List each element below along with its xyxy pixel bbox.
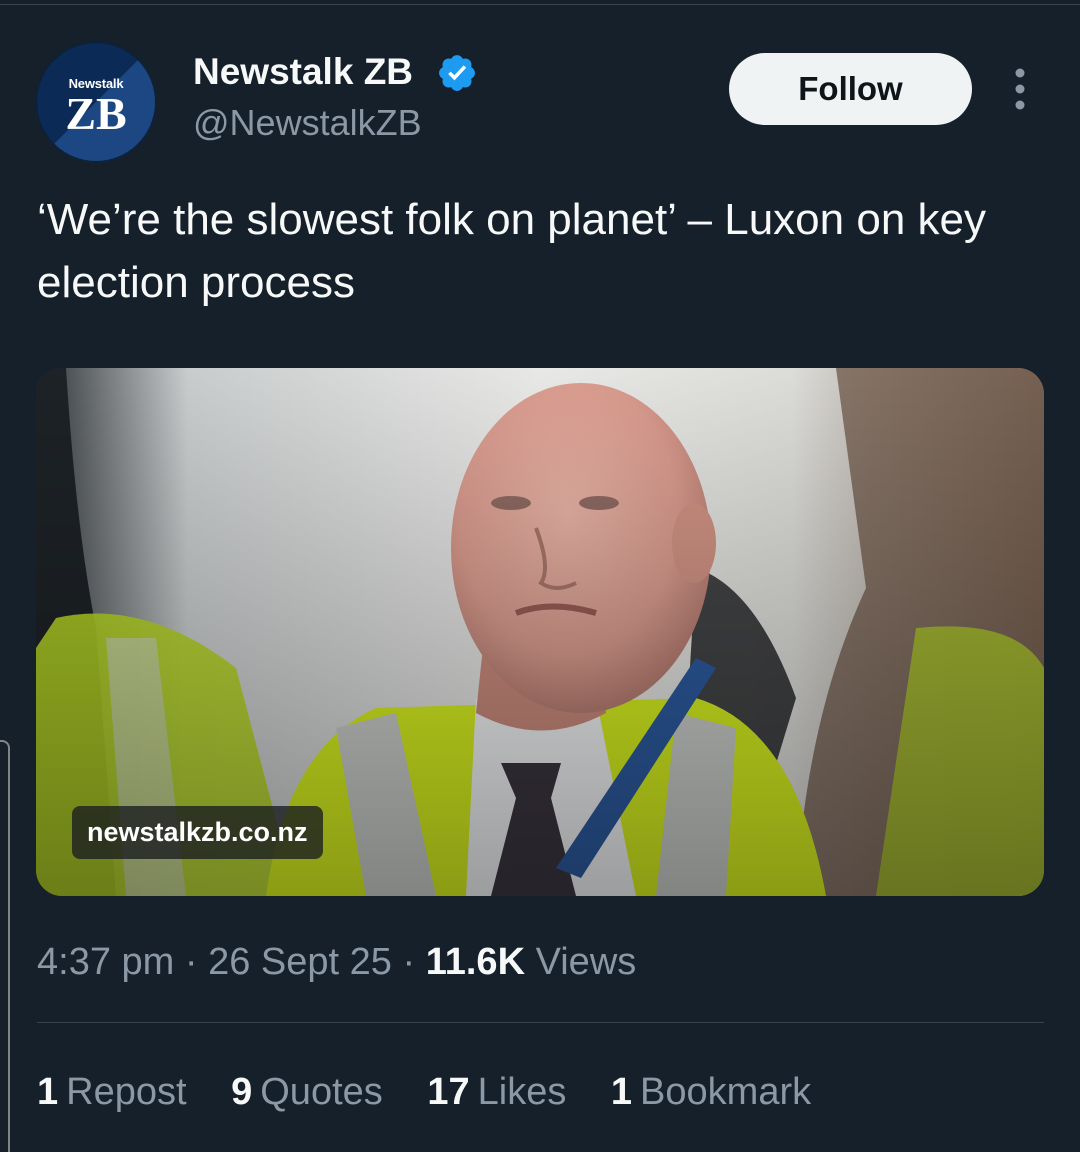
likes-count: 17	[427, 1071, 470, 1113]
meta-separator: ·	[402, 941, 416, 983]
display-name[interactable]: Newstalk ZB	[193, 50, 413, 94]
post-detail-view: Newstalk ZB Newstalk ZB @NewstalkZB Foll…	[0, 0, 1080, 1152]
post-text: ‘We’re the slowest folk on planet’ – Lux…	[37, 195, 986, 307]
bookmark-label: Bookmark	[640, 1071, 812, 1113]
bookmark-count: 1	[610, 1071, 633, 1113]
meta-separator: ·	[184, 941, 198, 983]
card-domain-badge: newstalkzb.co.nz	[72, 806, 323, 859]
avatar[interactable]: Newstalk ZB	[36, 42, 156, 162]
window-edge-indicator	[0, 740, 10, 1152]
verified-badge-icon[interactable]	[436, 52, 478, 94]
post-date[interactable]: 26 Sept 25	[208, 941, 392, 983]
views-count: 11.6K	[425, 941, 526, 983]
engagement-stats: 1 Repost 9 Quotes 17 Likes 1 Bookmark	[37, 1066, 845, 1118]
views-label: Views	[535, 941, 637, 983]
more-vertical-icon[interactable]	[1000, 66, 1040, 112]
follow-button[interactable]: Follow	[729, 53, 972, 125]
stats-divider	[37, 1022, 1044, 1023]
top-divider	[0, 4, 1080, 5]
repost-count: 1	[37, 1071, 59, 1113]
likes-stat[interactable]: 17 Likes	[427, 1066, 566, 1118]
account-handle[interactable]: @NewstalkZB	[193, 101, 422, 145]
repost-label: Repost	[66, 1071, 187, 1113]
bookmark-stat[interactable]: 1 Bookmark	[611, 1066, 811, 1118]
quotes-count: 9	[231, 1071, 253, 1113]
likes-label: Likes	[477, 1071, 567, 1113]
avatar-wordmark-large: ZB	[65, 88, 127, 139]
quotes-stat[interactable]: 9 Quotes	[231, 1066, 383, 1118]
repost-stat[interactable]: 1 Repost	[37, 1066, 187, 1118]
post-time[interactable]: 4:37 pm	[37, 941, 174, 983]
post-meta: 4:37 pm · 26 Sept 25 · 11.6K Views	[37, 936, 636, 988]
quotes-label: Quotes	[260, 1071, 383, 1113]
